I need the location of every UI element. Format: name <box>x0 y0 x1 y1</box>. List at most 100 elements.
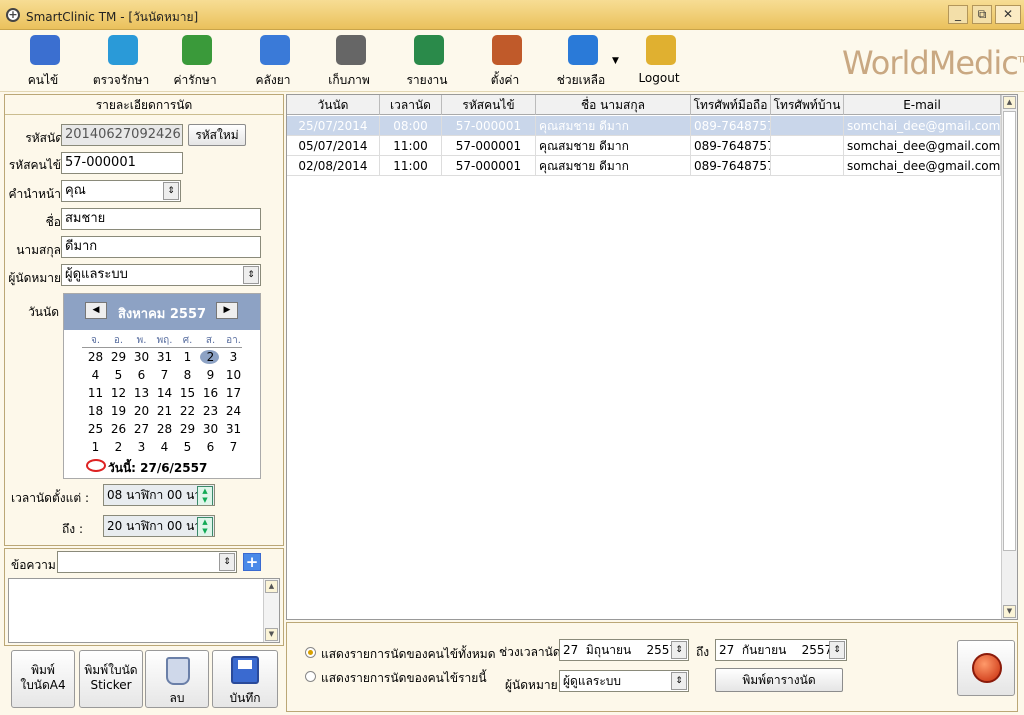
calendar-day[interactable]: 10 <box>222 368 245 382</box>
restore-button[interactable]: ⧉ <box>972 5 992 24</box>
close-button[interactable]: ✕ <box>995 5 1021 24</box>
calendar-day[interactable]: 6 <box>130 368 153 382</box>
to-date-field[interactable]: 27 กันยายน 2557 ⇕ <box>715 639 847 661</box>
calendar-day[interactable]: 4 <box>153 440 176 454</box>
calendar-day[interactable]: 14 <box>153 386 176 400</box>
calendar-day[interactable]: 31 <box>153 350 176 364</box>
calendar-day[interactable]: 15 <box>176 386 199 400</box>
scroll-up-icon[interactable]: ▲ <box>265 580 278 593</box>
calendar-day[interactable]: 4 <box>84 368 107 382</box>
save-button[interactable]: บันทึก <box>212 650 278 708</box>
from-date-field[interactable]: 27 มิถุนายน 2557 ⇕ <box>559 639 689 661</box>
calendar-day[interactable]: 23 <box>199 404 222 418</box>
toolbar-button-7[interactable]: ช่วยเหลือ <box>546 32 616 90</box>
toolbar-button-8[interactable]: Logout <box>624 32 694 90</box>
date-calendar[interactable]: ◀ สิงหาคม 2557 ▶ จ. อ. พ. พฤ. ศ. ส. อา. 28 29 30… <box>63 293 261 479</box>
toolbar-button-1[interactable]: ตรวจรักษา <box>86 32 156 90</box>
calendar-day[interactable]: 3 <box>130 440 153 454</box>
show-all-radio[interactable] <box>305 647 316 658</box>
table-row[interactable]: 02/08/2014 11:00 57-000001 คุณสมชาย ดีมาก 08… <box>287 156 1001 176</box>
message-scrollbar[interactable]: ▲ ▼ <box>263 579 279 642</box>
message-textarea[interactable]: ▲ ▼ <box>8 578 280 643</box>
help-dropdown-icon[interactable]: ▼ <box>612 56 619 66</box>
scroll-up-icon[interactable]: ▲ <box>1003 96 1016 109</box>
calendar-day[interactable]: 1 <box>176 350 199 364</box>
calendar-day[interactable]: 25 <box>84 422 107 436</box>
time-to-field[interactable]: 20 นาฬิกา 00 นาที ▲ ▼ <box>103 515 215 537</box>
calendar-day[interactable]: 28 <box>153 422 176 436</box>
message-combo[interactable]: ⇕ <box>57 551 237 573</box>
spinner-icon[interactable]: ▲ ▼ <box>197 486 213 505</box>
toolbar-button-5[interactable]: รายงาน <box>392 32 462 90</box>
calendar-day[interactable]: 20 <box>130 404 153 418</box>
table-row[interactable]: 05/07/2014 11:00 57-000001 คุณสมชาย ดีมาก 08… <box>287 136 1001 156</box>
calendar-day[interactable]: 17 <box>222 386 245 400</box>
calendar-day[interactable]: 21 <box>153 404 176 418</box>
scroll-down-icon[interactable]: ▼ <box>265 628 278 641</box>
print-schedule-button[interactable]: พิมพ์ตารางนัด <box>715 668 843 692</box>
chevron-updown-icon[interactable]: ⇕ <box>243 266 259 284</box>
show-single-radio[interactable] <box>305 671 316 682</box>
calendar-day[interactable]: 18 <box>84 404 107 418</box>
calendar-day[interactable]: 19 <box>107 404 130 418</box>
next-month-button[interactable]: ▶ <box>216 302 238 319</box>
calendar-day[interactable]: 3 <box>222 350 245 364</box>
minimize-button[interactable]: _ <box>948 5 968 24</box>
calendar-day[interactable]: 8 <box>176 368 199 382</box>
calendar-day[interactable]: 1 <box>84 440 107 454</box>
spinner-icon[interactable]: ▲ ▼ <box>197 517 213 536</box>
calendar-day[interactable]: 29 <box>107 350 130 364</box>
appointments-grid[interactable]: วันนัด เวลานัด รหัสคนไข้ ชื่อ นามสกุล โทรศัพ… <box>286 94 1018 620</box>
chevron-updown-icon[interactable]: ⇕ <box>671 672 687 690</box>
calendar-day[interactable]: 13 <box>130 386 153 400</box>
column-header[interactable]: เวลานัด <box>380 95 442 115</box>
print-sticker-button[interactable]: พิมพ์ใบนัด Sticker <box>79 650 143 708</box>
scroll-thumb[interactable] <box>1003 111 1016 551</box>
column-header[interactable]: โทรศัพท์มือถือ <box>691 95 771 115</box>
calendar-day[interactable]: 29 <box>176 422 199 436</box>
scroll-down-icon[interactable]: ▼ <box>1003 605 1016 618</box>
chevron-updown-icon[interactable]: ⇕ <box>163 182 179 200</box>
patient-id-field[interactable]: 57-000001 <box>61 152 183 174</box>
toolbar-button-0[interactable]: คนไข้ <box>8 32 78 90</box>
table-row[interactable]: 25/07/2014 08:00 57-000001 คุณสมชาย ดีมาก 08… <box>287 116 1001 136</box>
chevron-updown-icon[interactable]: ⇕ <box>671 641 687 659</box>
calendar-day[interactable]: 12 <box>107 386 130 400</box>
calendar-day[interactable]: 5 <box>176 440 199 454</box>
last-name-field[interactable]: ดีมาก <box>61 236 261 258</box>
prefix-combo[interactable]: คุณ ⇕ <box>61 180 181 202</box>
toolbar-button-4[interactable]: เก็บภาพ <box>314 32 384 90</box>
calendar-day[interactable]: 26 <box>107 422 130 436</box>
calendar-day[interactable]: 30 <box>130 350 153 364</box>
column-header[interactable]: โทรศัพท์บ้าน <box>771 95 844 115</box>
calendar-day[interactable]: 22 <box>176 404 199 418</box>
calendar-day[interactable]: 5 <box>107 368 130 382</box>
calendar-day[interactable]: 7 <box>222 440 245 454</box>
first-name-field[interactable]: สมชาย <box>61 208 261 230</box>
calendar-day[interactable]: 2 <box>199 350 222 364</box>
column-header[interactable]: รหัสคนไข้ <box>442 95 536 115</box>
calendar-day[interactable]: 7 <box>153 368 176 382</box>
calendar-day[interactable]: 30 <box>199 422 222 436</box>
calendar-day[interactable]: 2 <box>107 440 130 454</box>
chevron-updown-icon[interactable]: ⇕ <box>829 641 845 659</box>
calendar-day[interactable]: 6 <box>199 440 222 454</box>
scheduler-combo[interactable]: ผู้ดูแลระบบ ⇕ <box>61 264 261 286</box>
add-message-button[interactable]: + <box>243 553 261 571</box>
calendar-day[interactable]: 16 <box>199 386 222 400</box>
column-header[interactable]: ชื่อ นามสกุล <box>536 95 691 115</box>
time-from-field[interactable]: 08 นาฬิกา 00 นาที ▲ ▼ <box>103 484 215 506</box>
toolbar-button-3[interactable]: คลังยา <box>238 32 308 90</box>
exit-button[interactable] <box>957 640 1015 696</box>
calendar-day[interactable]: 24 <box>222 404 245 418</box>
toolbar-button-2[interactable]: ค่ารักษา <box>160 32 230 90</box>
toolbar-button-6[interactable]: ตั้งค่า <box>470 32 540 90</box>
chevron-updown-icon[interactable]: ⇕ <box>219 553 235 571</box>
calendar-day[interactable]: 31 <box>222 422 245 436</box>
bottom-scheduler-combo[interactable]: ผู้ดูแลระบบ ⇕ <box>559 670 689 692</box>
column-header[interactable]: วันนัด <box>287 95 380 115</box>
calendar-day[interactable]: 11 <box>84 386 107 400</box>
today-link[interactable]: วันนี้: 27/6/2557 <box>108 459 207 478</box>
calendar-day[interactable]: 9 <box>199 368 222 382</box>
print-a4-button[interactable]: พิมพ์ ใบนัดA4 <box>11 650 75 708</box>
